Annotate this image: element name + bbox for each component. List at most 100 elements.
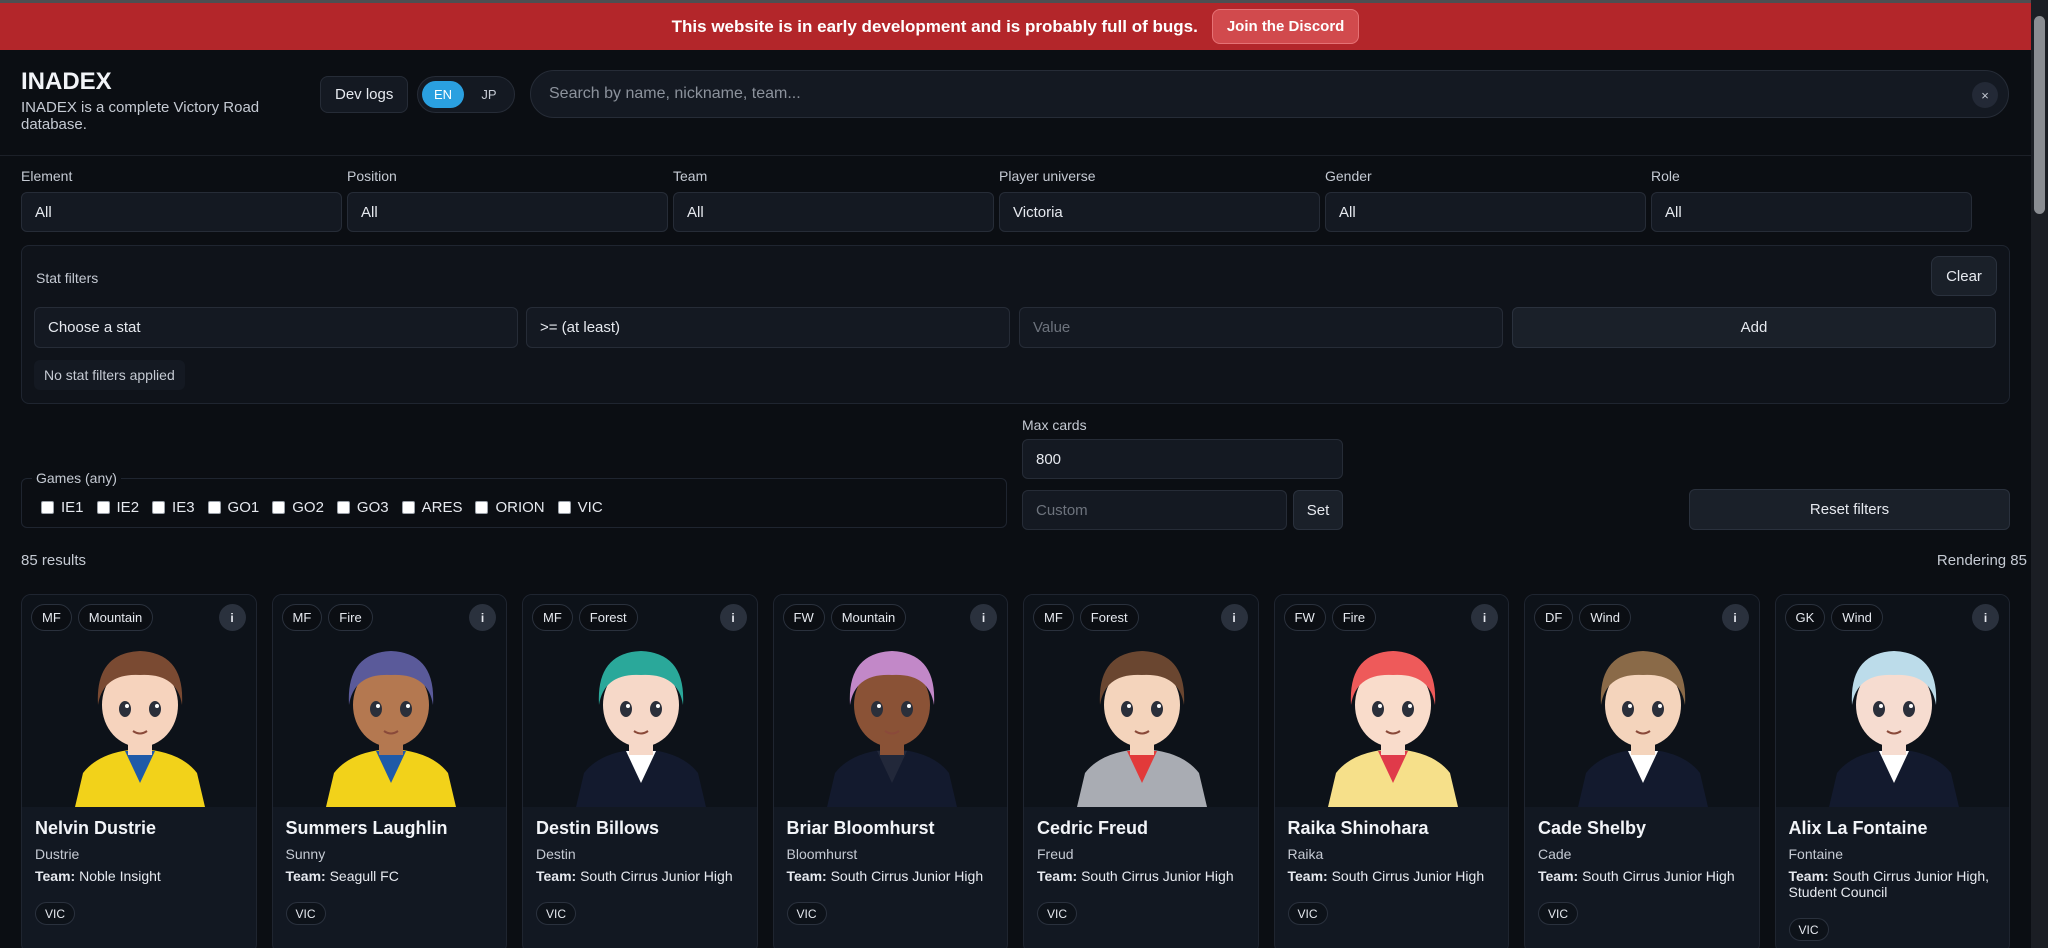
player-card[interactable]: MF Forest i Destin Billows Destin Team: South… — [522, 594, 758, 948]
team-label: Team: — [786, 868, 827, 884]
player-card[interactable]: DF Wind i Cade Shelby Cade Team: South Cirrus… — [1524, 594, 1760, 948]
site-title[interactable]: INADEX — [21, 68, 291, 96]
operator-select[interactable]: >= (at least) — [526, 307, 1010, 348]
custom-max-cards-input[interactable]: Custom — [1022, 490, 1287, 530]
lang-en-button[interactable]: EN — [422, 81, 464, 108]
element-tag: Fire — [328, 604, 373, 631]
search-bar: × — [530, 70, 2009, 118]
team-value: South Cirrus Junior High — [1582, 868, 1735, 884]
game-label: IE3 — [172, 499, 195, 516]
player-team: Team: Seagull FC — [286, 868, 501, 884]
character-portrait — [1828, 651, 1959, 807]
filter-select[interactable]: All — [1651, 192, 1972, 232]
position-tag: MF — [1033, 604, 1074, 631]
checkbox-icon[interactable] — [207, 501, 221, 514]
player-name: Nelvin Dustrie — [35, 818, 157, 838]
game-chip: VIC — [35, 902, 76, 925]
player-team: Team: South Cirrus Junior High — [1037, 868, 1252, 884]
info-icon[interactable]: i — [1972, 604, 1999, 631]
page-scrollbar[interactable] — [2031, 0, 2048, 948]
player-nickname: Freud — [1037, 846, 1074, 862]
filter-select[interactable]: All — [673, 192, 994, 232]
search-input[interactable] — [549, 85, 1929, 103]
reset-filters-button[interactable]: Reset filters — [1689, 489, 2010, 530]
element-tag: Forest — [1079, 604, 1139, 631]
player-card[interactable]: MF Forest i Cedric Freud Freud Team: South Ci… — [1023, 594, 1259, 948]
card-tags: MF Fire — [281, 604, 373, 631]
max-cards-label: Max cards — [1022, 417, 1087, 433]
info-icon[interactable]: i — [218, 604, 246, 631]
team-label: Team: — [285, 868, 326, 884]
player-nickname: Fontaine — [1788, 846, 1843, 862]
max-cards-select[interactable]: 800 — [1022, 439, 1343, 479]
team-value: Noble Insight — [79, 868, 161, 884]
filter-select[interactable]: All — [1325, 192, 1646, 232]
game-checkbox-2[interactable]: IE3 — [152, 499, 195, 516]
filter-4: Gender All — [1325, 168, 1646, 232]
info-icon[interactable]: i — [970, 604, 997, 631]
rendering-count: Rendering 85 — [1936, 552, 2027, 569]
game-chip: VIC — [1538, 902, 1579, 925]
team-value: South Cirrus Junior High — [1081, 868, 1234, 884]
checkbox-icon[interactable] — [96, 501, 110, 514]
lang-jp-button[interactable]: JP — [468, 81, 510, 108]
clear-stat-filters-button[interactable]: Clear — [1931, 256, 1997, 296]
add-stat-filter-button[interactable]: Add — [1512, 307, 1996, 348]
team-value: Seagull FC — [329, 868, 399, 884]
game-checkbox-8[interactable]: VIC — [557, 499, 603, 516]
checkbox-icon[interactable] — [41, 501, 54, 514]
position-tag: FW — [1283, 604, 1326, 631]
filter-select[interactable]: All — [347, 192, 668, 232]
team-label: Team: — [1538, 868, 1579, 884]
position-tag: FW — [782, 604, 825, 631]
game-checkbox-6[interactable]: ARES — [401, 499, 462, 516]
player-card[interactable]: FW Fire i Raika Shinohara Raika Team: South C… — [1273, 594, 1509, 948]
info-icon[interactable]: i — [719, 604, 747, 631]
filter-select[interactable]: All — [21, 192, 342, 232]
player-card[interactable]: MF Mountain i Nelvin Dustrie Dustrie Team: No… — [21, 594, 257, 948]
info-icon[interactable]: i — [1721, 604, 1749, 631]
game-checkbox-4[interactable]: GO2 — [272, 499, 324, 516]
game-checkbox-3[interactable]: GO1 — [207, 499, 259, 516]
element-tag: Fire — [1331, 604, 1377, 631]
position-tag: GK — [1784, 604, 1826, 631]
element-tag: Wind — [1579, 604, 1631, 631]
join-discord-button[interactable]: Join the Discord — [1211, 9, 1360, 44]
stat-value-input[interactable]: Value — [1019, 307, 1503, 348]
stat-filters-title: Stat filters — [36, 270, 99, 286]
game-checkbox-1[interactable]: IE2 — [96, 499, 139, 516]
team-label: Team: — [1788, 868, 1829, 884]
dev-logs-button[interactable]: Dev logs — [320, 76, 409, 113]
no-stat-filters-note: No stat filters applied — [34, 360, 185, 390]
info-icon[interactable]: i — [1220, 604, 1248, 631]
scrollbar-thumb[interactable] — [2034, 16, 2045, 214]
game-checkbox-5[interactable]: GO3 — [336, 499, 389, 516]
set-max-cards-button[interactable]: Set — [1293, 490, 1343, 530]
player-card[interactable]: MF Fire i Summers Laughlin Sunny Team: Seagul… — [271, 594, 507, 948]
player-team: Team: South Cirrus Junior High — [787, 868, 1002, 884]
checkbox-icon[interactable] — [336, 501, 350, 514]
info-icon[interactable]: i — [1471, 604, 1498, 631]
checkbox-icon[interactable] — [557, 501, 571, 514]
checkbox-icon[interactable] — [475, 501, 489, 514]
checkbox-icon[interactable] — [152, 501, 166, 514]
player-card[interactable]: GK Wind i Alix La Fontaine Fontaine Team: Sou… — [1774, 594, 2010, 948]
checkbox-icon[interactable] — [272, 501, 286, 514]
filter-select[interactable]: Victoria — [999, 192, 1320, 232]
dev-banner: This website is in early development and… — [0, 0, 2031, 50]
game-label: VIC — [577, 499, 603, 516]
info-icon[interactable]: i — [469, 604, 496, 631]
player-card[interactable]: FW Mountain i Briar Bloomhurst Bloomhurst Tea… — [772, 594, 1008, 948]
player-name: Cedric Freud — [1037, 818, 1149, 838]
game-chip: VIC — [536, 902, 577, 925]
card-tags: GK Wind — [1784, 604, 1883, 631]
clear-search-icon[interactable]: × — [1972, 82, 1998, 108]
game-checkbox-7[interactable]: ORION — [475, 499, 545, 516]
filter-1: Position All — [347, 168, 668, 232]
team-label: Team: — [1287, 868, 1328, 884]
checkbox-icon[interactable] — [401, 501, 415, 514]
player-team: Team: Noble Insight — [35, 868, 250, 884]
player-name: Briar Bloomhurst — [786, 818, 935, 838]
game-checkbox-0[interactable]: IE1 — [41, 499, 84, 516]
stat-select[interactable]: Choose a stat — [34, 307, 518, 348]
